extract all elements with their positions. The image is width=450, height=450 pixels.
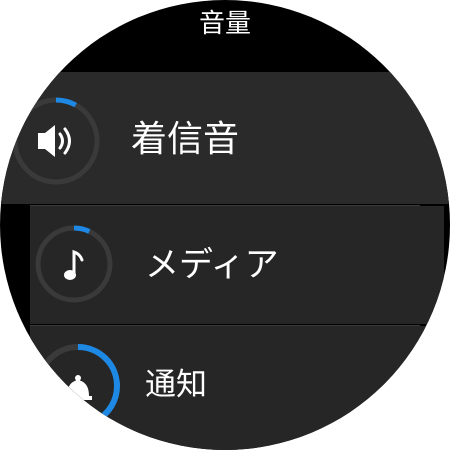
watch-screen: 音量 着信音 メディア 通知 [0, 0, 450, 450]
volume-item-media[interactable]: メディア [30, 206, 444, 324]
screen-title: 音量 [198, 9, 251, 39]
ringtone-label: 着信音 [131, 119, 240, 160]
notification-label: 通知 [145, 367, 207, 403]
volume-item-ringtone[interactable]: 着信音 [0, 72, 450, 204]
music-note-icon [64, 249, 84, 280]
ring-track [12, 97, 100, 185]
notification-volume-ring[interactable] [34, 342, 122, 430]
bell-icon [64, 375, 92, 400]
media-volume-ring[interactable] [34, 224, 114, 304]
media-label: メディア [145, 245, 279, 285]
volume-item-notification[interactable]: 通知 [30, 326, 444, 450]
ringtone-volume-ring[interactable] [10, 95, 102, 187]
speaker-icon [38, 125, 71, 157]
